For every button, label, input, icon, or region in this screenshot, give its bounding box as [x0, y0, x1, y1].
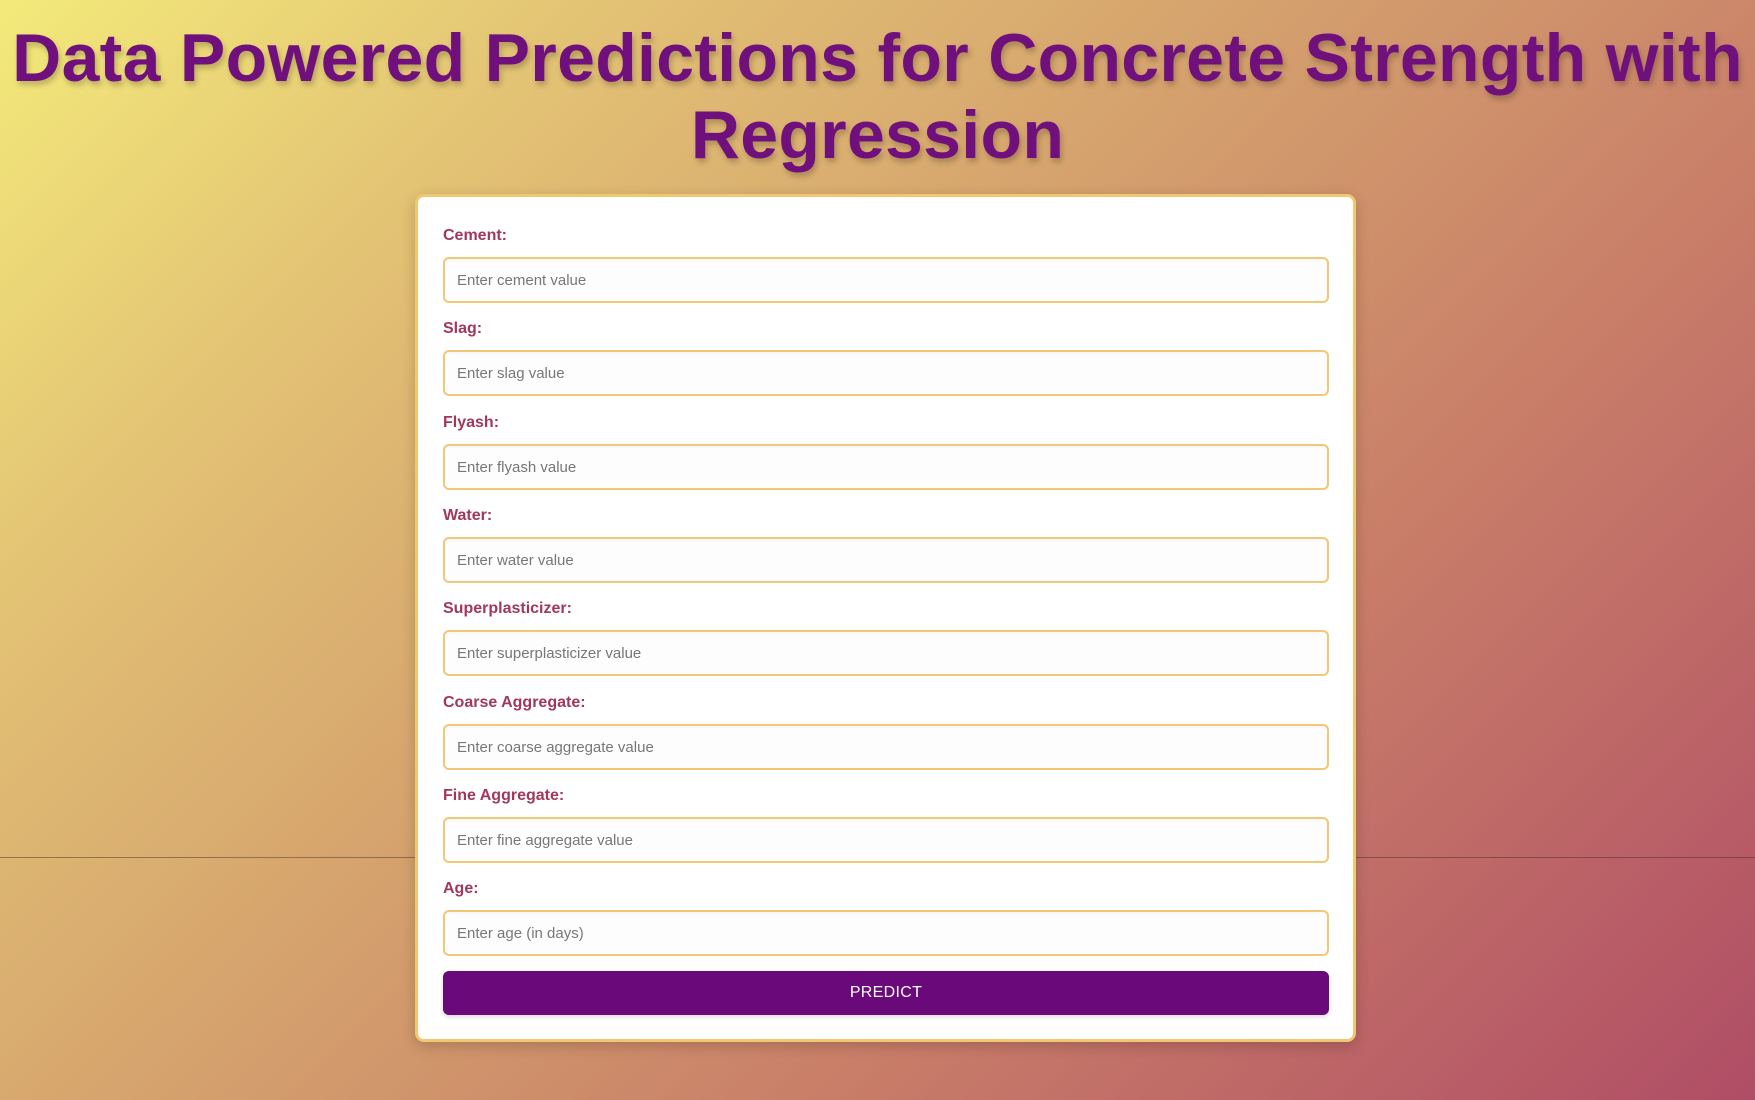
water-label: Water:: [443, 507, 493, 524]
predict-button[interactable]: PREDICT: [443, 971, 1329, 1015]
cement-field-group: Cement:: [443, 225, 1329, 303]
coarse-aggregate-input[interactable]: [443, 724, 1329, 770]
slag-label: Slag:: [443, 320, 483, 337]
cement-input[interactable]: [443, 257, 1329, 303]
coarse-aggregate-field-group: Coarse Aggregate:: [443, 692, 1329, 770]
flyash-input[interactable]: [443, 444, 1329, 490]
cement-label: Cement:: [443, 227, 508, 244]
fine-aggregate-input[interactable]: [443, 817, 1329, 863]
age-label: Age:: [443, 880, 479, 897]
fine-aggregate-label: Fine Aggregate:: [443, 787, 565, 804]
superplasticizer-label: Superplasticizer:: [443, 600, 572, 617]
water-input[interactable]: [443, 537, 1329, 583]
age-field-group: Age:: [443, 878, 1329, 956]
age-input[interactable]: [443, 910, 1329, 956]
flyash-label: Flyash:: [443, 414, 500, 431]
coarse-aggregate-label: Coarse Aggregate:: [443, 694, 586, 711]
fine-aggregate-field-group: Fine Aggregate:: [443, 785, 1329, 863]
superplasticizer-field-group: Superplasticizer:: [443, 598, 1329, 676]
slag-input[interactable]: [443, 350, 1329, 396]
superplasticizer-input[interactable]: [443, 630, 1329, 676]
slag-field-group: Slag:: [443, 318, 1329, 396]
prediction-form: Cement: Slag: Flyash: Water: Superplasti…: [415, 194, 1356, 1042]
page-title: Data Powered Predictions for Concrete St…: [12, 20, 1743, 173]
water-field-group: Water:: [443, 505, 1329, 583]
flyash-field-group: Flyash:: [443, 412, 1329, 490]
